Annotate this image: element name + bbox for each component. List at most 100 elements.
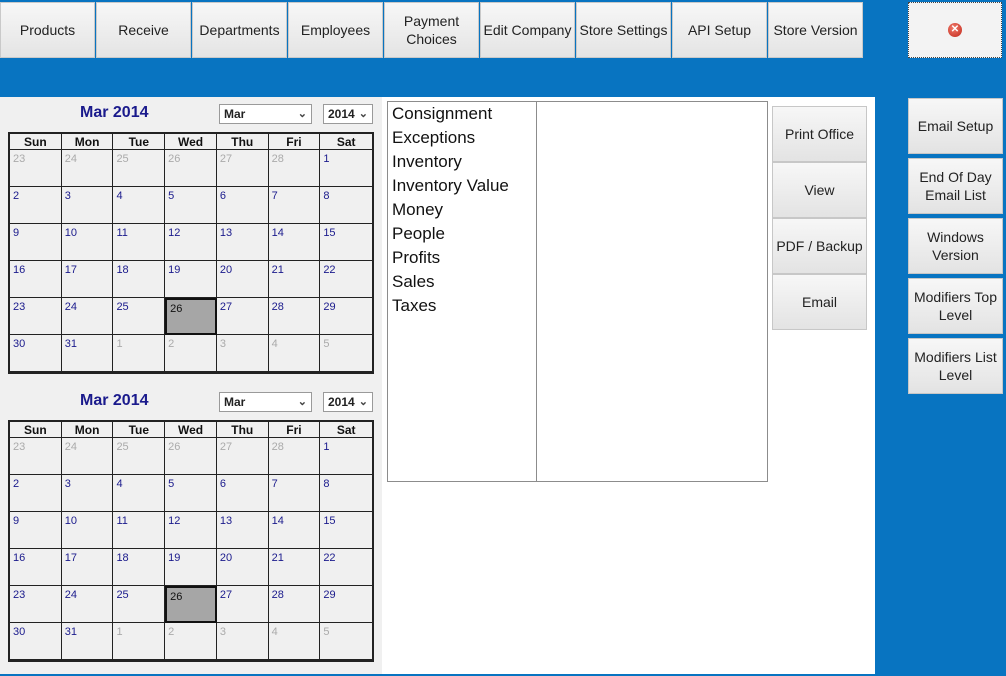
calendar-day[interactable]: 25 — [113, 298, 166, 335]
calendar-day[interactable]: 8 — [320, 187, 373, 224]
calendar-day[interactable]: 21 — [268, 549, 321, 586]
calendar-day[interactable]: 31 — [61, 623, 114, 660]
calendar-day[interactable]: 16 — [10, 549, 62, 586]
calendar-day[interactable]: 2 — [10, 187, 62, 224]
nav-receive-button[interactable]: Receive — [96, 2, 191, 58]
end-of-day-email-list-button[interactable]: End Of Day Email List — [908, 158, 1003, 214]
calendar-day[interactable]: 16 — [10, 261, 62, 298]
calendar-day[interactable]: 6 — [216, 187, 269, 224]
calendar-day[interactable]: 2 — [10, 475, 62, 512]
calendar-day[interactable]: 31 — [61, 335, 114, 372]
calendar-day[interactable]: 30 — [10, 335, 62, 372]
nav-products-button[interactable]: Products — [0, 2, 95, 58]
print-office-button[interactable]: Print Office — [772, 106, 867, 162]
modifiers-list-level-button[interactable]: Modifiers List Level — [908, 338, 1003, 394]
calendar-day[interactable]: 23 — [10, 438, 62, 475]
calendar-day[interactable]: 28 — [268, 438, 321, 475]
calendar-day[interactable]: 17 — [61, 261, 114, 298]
calendar-day[interactable]: 25 — [113, 150, 166, 187]
calendar-day[interactable]: 28 — [268, 298, 321, 335]
calendar-day[interactable]: 3 — [61, 475, 114, 512]
calendar-day[interactable]: 5 — [165, 187, 217, 224]
calendar-day[interactable]: 11 — [113, 224, 166, 261]
windows-version-button[interactable]: Windows Version — [908, 218, 1003, 274]
calendar-day[interactable]: 27 — [216, 150, 269, 187]
calendar-day[interactable]: 18 — [113, 261, 166, 298]
calendar-day[interactable]: 29 — [320, 586, 373, 623]
calendar-day[interactable]: 5 — [320, 623, 373, 660]
calendar-day[interactable]: 10 — [61, 224, 114, 261]
nav-employees-button[interactable]: Employees — [288, 2, 383, 58]
calendar-day[interactable]: 25 — [113, 586, 166, 623]
calendar-day[interactable]: 5 — [165, 475, 217, 512]
calendar-day[interactable]: 12 — [165, 224, 217, 261]
month-select[interactable]: Mar ⌄ — [219, 104, 312, 124]
calendar-day[interactable]: 30 — [10, 623, 62, 660]
email-setup-button[interactable]: Email Setup — [908, 98, 1003, 154]
calendar-day[interactable]: 14 — [268, 224, 321, 261]
calendar-day[interactable]: 24 — [61, 150, 114, 187]
calendar-day[interactable]: 29 — [320, 298, 373, 335]
calendar-day[interactable]: 1 — [320, 438, 373, 475]
calendar-day[interactable]: 5 — [320, 335, 373, 372]
calendar-day[interactable]: 14 — [268, 512, 321, 549]
calendar-day[interactable]: 9 — [10, 512, 62, 549]
calendar-day[interactable]: 4 — [113, 187, 166, 224]
calendar-day-selected[interactable]: 26 — [165, 298, 217, 335]
pdf-backup-button[interactable]: PDF / Backup — [772, 218, 867, 274]
calendar-day[interactable]: 27 — [216, 586, 269, 623]
calendar-day[interactable]: 20 — [216, 261, 269, 298]
close-button[interactable]: ✕ — [908, 2, 1002, 58]
calendar-day[interactable]: 15 — [320, 512, 373, 549]
calendar-day[interactable]: 26 — [165, 438, 217, 475]
calendar-day[interactable]: 1 — [113, 623, 166, 660]
calendar-day[interactable]: 27 — [216, 298, 269, 335]
calendar-day[interactable]: 3 — [216, 623, 269, 660]
calendar-day[interactable]: 28 — [268, 150, 321, 187]
calendar-day[interactable]: 20 — [216, 549, 269, 586]
calendar-day[interactable]: 13 — [216, 512, 269, 549]
calendar-day[interactable]: 22 — [320, 261, 373, 298]
calendar-day[interactable]: 11 — [113, 512, 166, 549]
nav-departments-button[interactable]: Departments — [192, 2, 287, 58]
modifiers-top-level-button[interactable]: Modifiers Top Level — [908, 278, 1003, 334]
calendar-day[interactable]: 1 — [113, 335, 166, 372]
calendar-day[interactable]: 7 — [268, 475, 321, 512]
nav-store-settings-button[interactable]: Store Settings — [576, 2, 671, 58]
nav-edit-company-button[interactable]: Edit Company — [480, 2, 575, 58]
report-item-profits[interactable]: Profits — [392, 248, 440, 268]
calendar-day[interactable]: 3 — [61, 187, 114, 224]
calendar-day[interactable]: 12 — [165, 512, 217, 549]
report-item-exceptions[interactable]: Exceptions — [392, 128, 475, 148]
nav-api-setup-button[interactable]: API Setup — [672, 2, 767, 58]
calendar-day[interactable]: 4 — [268, 335, 321, 372]
calendar-day[interactable]: 21 — [268, 261, 321, 298]
calendar-day[interactable]: 27 — [216, 438, 269, 475]
calendar-day[interactable]: 24 — [61, 586, 114, 623]
report-item-people[interactable]: People — [392, 224, 445, 244]
calendar-day[interactable]: 1 — [320, 150, 373, 187]
report-item-inventory-value[interactable]: Inventory Value — [392, 176, 509, 196]
calendar-day[interactable]: 25 — [113, 438, 166, 475]
calendar-day[interactable]: 13 — [216, 224, 269, 261]
report-item-consignment[interactable]: Consignment — [392, 104, 492, 124]
calendar-day[interactable]: 17 — [61, 549, 114, 586]
calendar-day[interactable]: 22 — [320, 549, 373, 586]
calendar-day[interactable]: 18 — [113, 549, 166, 586]
calendar-day[interactable]: 6 — [216, 475, 269, 512]
report-item-inventory[interactable]: Inventory — [392, 152, 462, 172]
calendar-day[interactable]: 10 — [61, 512, 114, 549]
calendar-day[interactable]: 24 — [61, 438, 114, 475]
year-select[interactable]: 2014 ⌄ — [323, 392, 373, 412]
calendar-day[interactable]: 24 — [61, 298, 114, 335]
nav-store-version-button[interactable]: Store Version — [768, 2, 863, 58]
calendar-day-selected[interactable]: 26 — [165, 586, 217, 623]
calendar-day[interactable]: 26 — [165, 150, 217, 187]
calendar-day[interactable]: 23 — [10, 150, 62, 187]
report-item-taxes[interactable]: Taxes — [392, 296, 436, 316]
nav-payment-choices-button[interactable]: Payment Choices — [384, 2, 479, 58]
calendar-day[interactable]: 19 — [165, 261, 217, 298]
month-select[interactable]: Mar ⌄ — [219, 392, 312, 412]
calendar-day[interactable]: 15 — [320, 224, 373, 261]
calendar-day[interactable]: 23 — [10, 586, 62, 623]
